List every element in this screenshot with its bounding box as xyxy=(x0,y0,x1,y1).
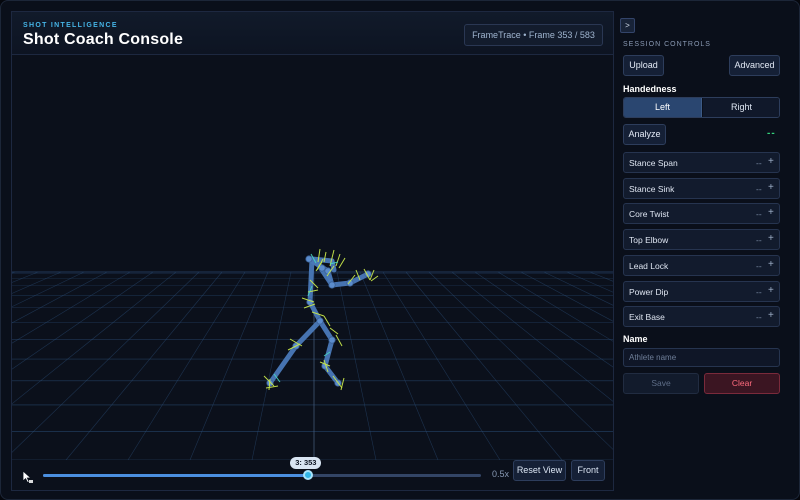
scene-canvas[interactable] xyxy=(12,56,613,460)
name-label: Name xyxy=(623,334,648,344)
clear-button[interactable]: Clear xyxy=(704,373,780,394)
metric-add-button[interactable]: + xyxy=(768,233,774,244)
metric-value: -- xyxy=(756,260,762,271)
metric-add-button[interactable]: + xyxy=(768,207,774,218)
metric-label: Stance Sink xyxy=(629,183,675,194)
metric-add-button[interactable]: + xyxy=(768,259,774,270)
handedness-right-option[interactable]: Right xyxy=(703,98,779,117)
handedness-label: Handedness xyxy=(623,84,677,94)
metric-add-button[interactable]: + xyxy=(768,310,774,321)
metric-label: Core Twist xyxy=(629,209,669,220)
timeline-track[interactable] xyxy=(43,474,481,477)
metric-value: -- xyxy=(756,286,762,297)
frame-tooltip: 3: 353 xyxy=(290,457,322,469)
timeline-progress xyxy=(43,474,309,477)
advanced-button[interactable]: Advanced xyxy=(729,55,780,76)
app-window: SHOT INTELLIGENCE Shot Coach Console Fra… xyxy=(0,0,800,500)
metric-add-button[interactable]: + xyxy=(768,285,774,296)
3d-scene[interactable] xyxy=(12,56,613,460)
reset-view-button[interactable]: Reset View xyxy=(513,460,566,481)
metric-value: -- xyxy=(756,183,762,194)
metric-label: Stance Span xyxy=(629,158,678,168)
metric-value: -- xyxy=(756,158,762,168)
metric-label: Power Dip xyxy=(629,286,669,297)
pointer-cursor-icon[interactable] xyxy=(21,470,35,484)
handedness-left-option[interactable]: Left xyxy=(624,98,702,117)
analyze-button[interactable]: Analyze xyxy=(623,124,666,145)
playback-speed[interactable]: 0.5x xyxy=(492,469,509,479)
athlete-name-input[interactable]: Athlete name xyxy=(623,348,780,367)
collapse-panel-button[interactable]: > xyxy=(620,18,635,33)
page-title: Shot Coach Console xyxy=(23,31,184,48)
metric-label: Top Elbow xyxy=(629,235,669,246)
analysis-status: -- xyxy=(767,128,776,139)
metric-value: -- xyxy=(756,235,762,246)
pose-skeleton xyxy=(266,255,372,387)
frame-indicator: FrameTrace • Frame 353 / 583 xyxy=(464,24,603,46)
metric-add-button[interactable]: + xyxy=(768,182,774,193)
metric-row[interactable]: Power Dip -- + xyxy=(623,280,780,302)
session-panel: > SESSION CONTROLS Upload Advanced Hande… xyxy=(615,11,791,491)
playback-bar: 3: 353 0.5x Reset View Front xyxy=(12,457,613,490)
viewer-panel: SHOT INTELLIGENCE Shot Coach Console Fra… xyxy=(11,11,614,491)
timeline-thumb[interactable] xyxy=(303,470,314,480)
metric-value: -- xyxy=(756,312,762,323)
brand-kicker: SHOT INTELLIGENCE xyxy=(23,22,118,29)
metric-row[interactable]: Lead Lock -- + xyxy=(623,254,780,276)
handedness-toggle: Left Right xyxy=(623,97,780,118)
metric-row[interactable]: Stance Sink -- + xyxy=(623,177,780,199)
metric-label: Lead Lock xyxy=(629,260,669,271)
metric-label: Exit Base xyxy=(629,312,665,323)
metric-row[interactable]: Core Twist -- + xyxy=(623,203,780,225)
metric-row[interactable]: Top Elbow -- + xyxy=(623,229,780,251)
metric-add-button[interactable]: + xyxy=(768,156,774,167)
save-button[interactable]: Save xyxy=(623,373,699,394)
metric-row[interactable]: Exit Base -- + xyxy=(623,306,780,328)
viewer-header: SHOT INTELLIGENCE Shot Coach Console Fra… xyxy=(12,12,613,55)
metric-row[interactable]: Stance Span -- + xyxy=(623,152,780,173)
section-label: SESSION CONTROLS xyxy=(623,41,711,48)
metric-value: -- xyxy=(756,209,762,220)
upload-button[interactable]: Upload xyxy=(623,55,664,76)
front-view-button[interactable]: Front xyxy=(571,460,605,481)
